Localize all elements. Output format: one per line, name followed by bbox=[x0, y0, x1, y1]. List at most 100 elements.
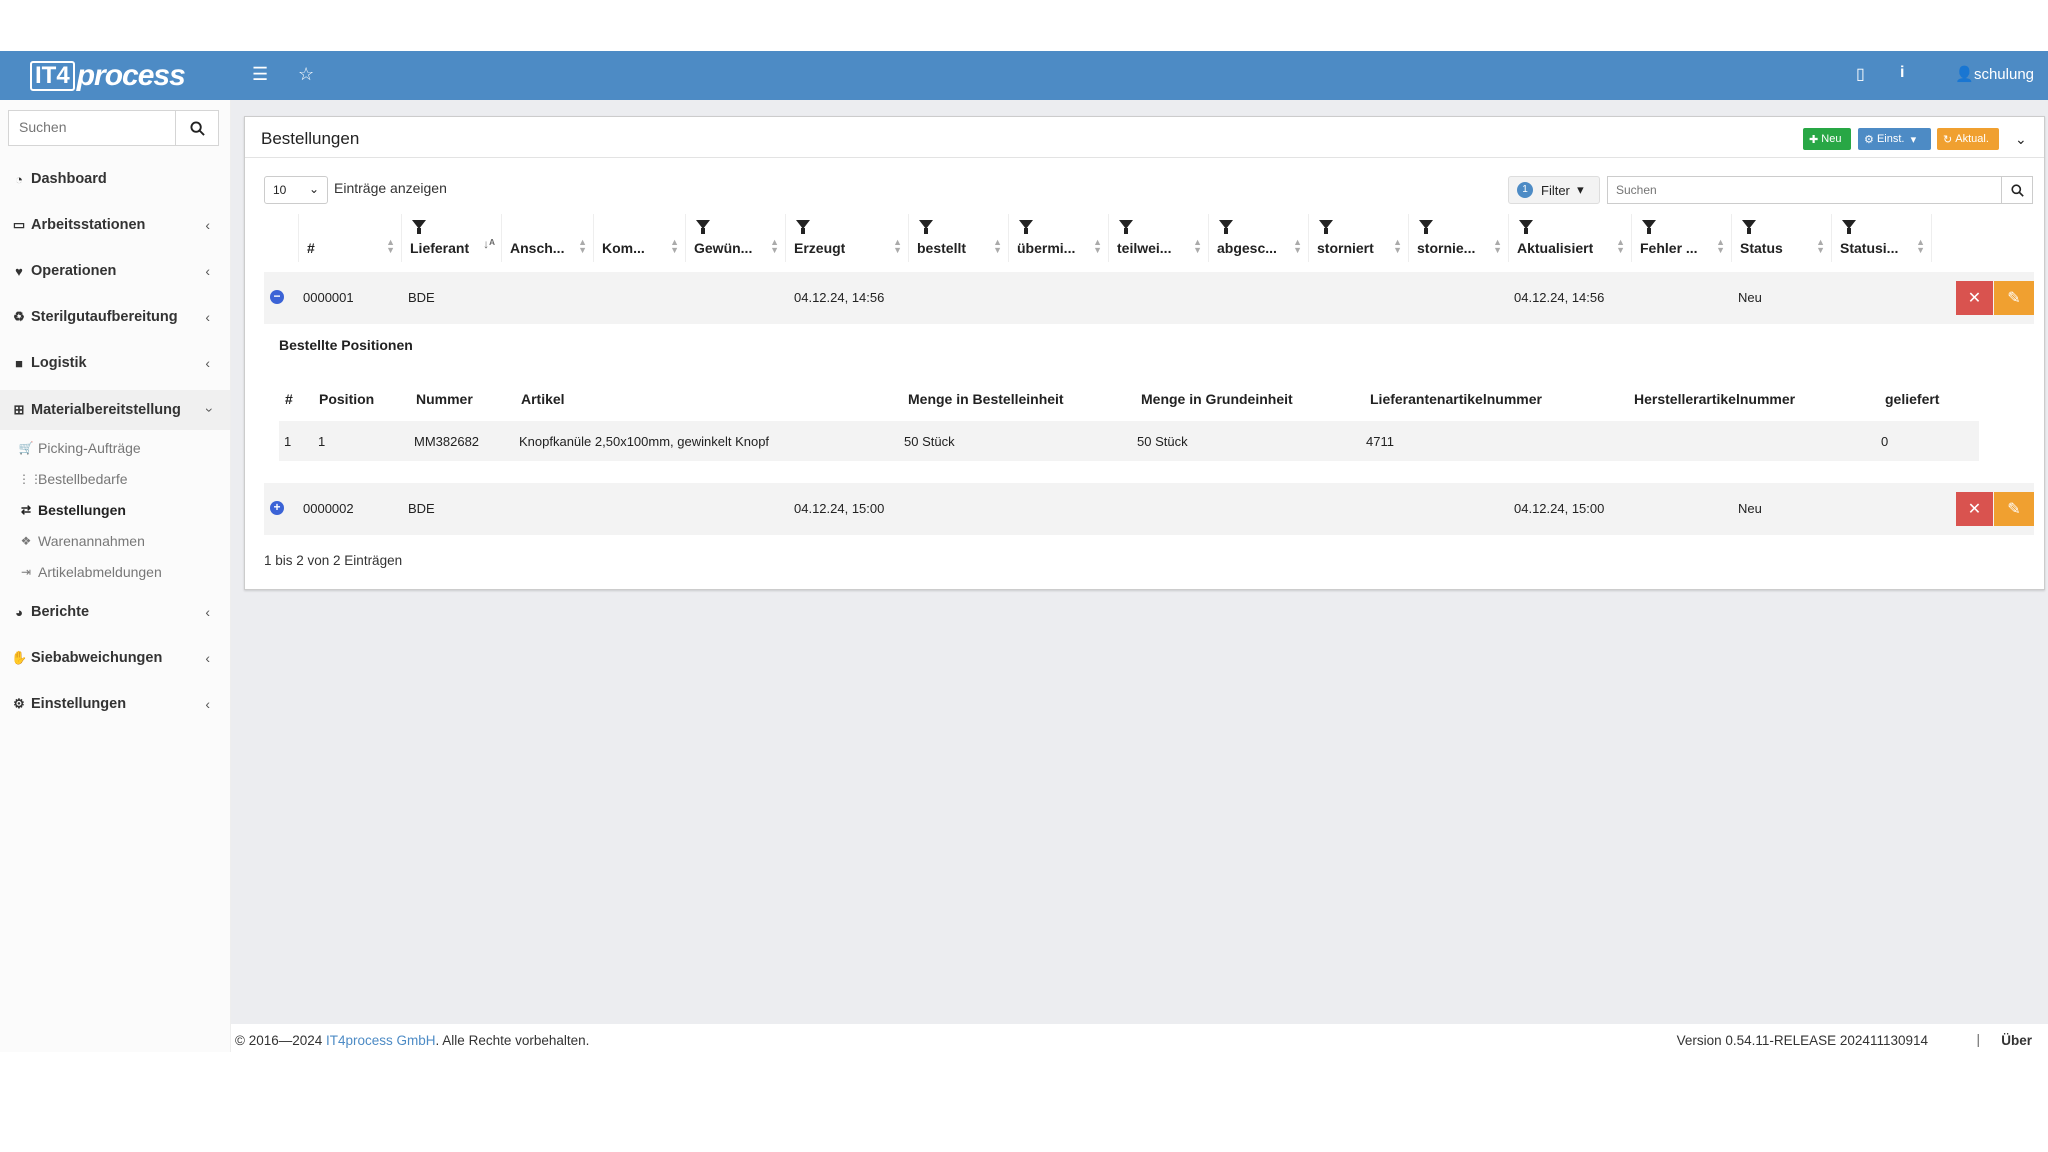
edit-button[interactable]: ✎ bbox=[1994, 492, 2034, 526]
sort-icon: ▲ ▼ bbox=[893, 237, 902, 255]
copyright: © 2016—2024 IT4process GmbH. Alle Rechte… bbox=[235, 1033, 590, 1048]
table-icon: ⊞ bbox=[13, 402, 25, 417]
column-header-desired[interactable]: Gewün... ▲ ▼ bbox=[686, 214, 786, 262]
filter-funnel-icon bbox=[1419, 220, 1433, 234]
truck-icon: ■ bbox=[15, 355, 23, 371]
table-search-input[interactable] bbox=[1608, 177, 2004, 203]
sidebar-search bbox=[8, 110, 219, 146]
detail-col-qty-base: Menge in Grundeinheit bbox=[1141, 391, 1293, 407]
sidebar-search-input[interactable] bbox=[9, 111, 189, 143]
settings-button[interactable]: ⚙ Einst. ▾ bbox=[1858, 128, 1931, 150]
column-header-status-info[interactable]: Statusi... ▲ ▼ bbox=[1832, 214, 1932, 262]
detail-col-maker-art: Herstellerartikelnummer bbox=[1634, 391, 1796, 407]
collapse-row-icon[interactable]: − bbox=[270, 290, 284, 304]
pencil-icon: ✎ bbox=[2007, 501, 2021, 518]
edit-button[interactable]: ✎ bbox=[1994, 281, 2034, 315]
sidebar-item-berichte[interactable]: ◕ Berichte ‹ bbox=[0, 592, 230, 632]
column-header-updated[interactable]: Aktualisiert ▲ ▼ bbox=[1509, 214, 1632, 262]
search-icon bbox=[189, 120, 205, 136]
version-text: Version 0.54.11-RELEASE 202411130914 bbox=[1676, 1033, 1928, 1048]
column-header-transmitted[interactable]: übermi... ▲ ▼ bbox=[1009, 214, 1109, 262]
sidebar-item-dashboard[interactable]: ◔ Dashboard bbox=[0, 159, 230, 199]
sidebar-item-sterilgutaufbereitung[interactable]: ♻ Sterilgutaufbereitung ‹ bbox=[0, 297, 230, 337]
column-header-number[interactable]: # ▲ ▼ bbox=[299, 214, 402, 262]
column-header-cancelled[interactable]: storniert ▲ ▼ bbox=[1309, 214, 1409, 262]
desktop-icon: ▭ bbox=[12, 217, 26, 232]
delete-button[interactable]: ✕ bbox=[1956, 492, 1993, 526]
sort-icon: ▲ ▼ bbox=[1716, 237, 1725, 255]
column-header-cancel-reason[interactable]: stornie... ▲ ▼ bbox=[1409, 214, 1509, 262]
chevron-down-icon: ⌄ bbox=[308, 182, 319, 196]
table-search-button[interactable] bbox=[2001, 177, 2032, 203]
filter-funnel-icon bbox=[1519, 220, 1533, 234]
logo-box: IT4 bbox=[30, 61, 75, 91]
filter-funnel-icon bbox=[1742, 220, 1756, 234]
sidebar-item-siebabweichungen[interactable]: ✋ Siebabweichungen ‹ bbox=[0, 638, 230, 678]
filter-button[interactable]: 1 Filter ▾ bbox=[1508, 176, 1600, 204]
caret-down-icon: ▾ bbox=[1910, 133, 1917, 146]
sidebar-subitem-bestellbedarfe[interactable]: ⋮⋮ Bestellbedarfe bbox=[18, 465, 128, 493]
column-header-completed[interactable]: abgesc... ▲ ▼ bbox=[1209, 214, 1309, 262]
cart-icon: 🛒 bbox=[18, 441, 34, 455]
column-header-partial[interactable]: teilwei... ▲ ▼ bbox=[1109, 214, 1209, 262]
expand-row-icon[interactable]: + bbox=[270, 501, 284, 515]
sidebar-subitem-warenannahmen[interactable]: ❖ Warenannahmen bbox=[18, 527, 145, 555]
table-row[interactable]: − 0000001 BDE 04.12.24, 14:56 04.12.24, … bbox=[264, 272, 2034, 324]
chevron-left-icon: ‹ bbox=[205, 650, 210, 666]
chevron-left-icon: ‹ bbox=[205, 217, 210, 233]
footer-separator: | bbox=[1976, 1032, 1980, 1047]
about-link[interactable]: Über bbox=[2001, 1033, 2032, 1048]
brand-logo[interactable]: IT4 process bbox=[30, 59, 186, 93]
column-header-created[interactable]: Erzeugt ▲ ▼ bbox=[786, 214, 909, 262]
star-favorites-icon[interactable]: ☆ bbox=[298, 64, 314, 85]
refresh-icon: ↻ bbox=[1943, 133, 1953, 146]
company-link[interactable]: IT4process GmbH bbox=[326, 1033, 436, 1048]
chevron-left-icon: ‹ bbox=[205, 696, 210, 712]
column-header-address[interactable]: Ansch... ▲ ▼ bbox=[502, 214, 594, 262]
sidebar-search-button[interactable] bbox=[175, 111, 218, 145]
user-menu[interactable]: 👤schulung bbox=[1955, 65, 2034, 83]
column-header-commission[interactable]: Kom... ▲ ▼ bbox=[594, 214, 686, 262]
new-button[interactable]: ✚ Neu bbox=[1803, 128, 1851, 150]
sidebar-item-arbeitsstationen[interactable]: ▭ Arbeitsstationen ‹ bbox=[0, 205, 230, 245]
page-length-label: Einträge anzeigen bbox=[334, 180, 447, 196]
hamburger-menu-icon[interactable]: ☰ bbox=[252, 64, 268, 85]
page-length-select[interactable]: 10 ⌄ bbox=[264, 176, 328, 204]
sidebar-subitem-artikelabmeldungen[interactable]: ⇥ Artikelabmeldungen bbox=[18, 558, 162, 586]
sidebar-item-logistik[interactable]: ■ Logistik ‹ bbox=[0, 343, 230, 383]
caret-down-icon: ▾ bbox=[1577, 182, 1584, 197]
sidebar: ◔Dashboard ▭Arbeitsstationen ‹ ♥Operatio… bbox=[0, 100, 231, 1052]
sidebar-item-operationen[interactable]: ♥ Operationen ‹ bbox=[0, 251, 230, 291]
sidebar-item-materialbereitstellung[interactable]: ⊞ Materialbereitstellung ‹ bbox=[0, 390, 230, 430]
filter-funnel-icon bbox=[796, 220, 810, 234]
orders-card: Bestellungen ✚ Neu ⚙ Einst. ▾ ↻ Aktual. … bbox=[244, 116, 2045, 590]
cogs-icon: ⚙ bbox=[13, 696, 25, 711]
mobile-device-icon[interactable]: ▯ bbox=[1856, 64, 1865, 84]
sort-asc-icon: ↓ᴬ bbox=[483, 237, 495, 251]
column-header-supplier[interactable]: Lieferant ↓ᴬ bbox=[402, 214, 502, 262]
detail-col-qty-order: Menge in Bestelleinheit bbox=[908, 391, 1064, 407]
sort-icon: ▲ ▼ bbox=[1393, 237, 1402, 255]
sidebar-item-einstellungen[interactable]: ⚙ Einstellungen ‹ bbox=[0, 684, 230, 724]
sidebar-subitem-bestellungen[interactable]: ⇄ Bestellungen bbox=[18, 496, 126, 524]
sort-icon: ▲ ▼ bbox=[1616, 237, 1625, 255]
sort-icon: ▲ ▼ bbox=[1093, 237, 1102, 255]
sidebar-subitem-picking[interactable]: 🛒 Picking-Aufträge bbox=[18, 434, 141, 462]
chevron-down-icon: ⌄ bbox=[2015, 130, 2027, 147]
filter-count-badge: 1 bbox=[1517, 182, 1533, 198]
table-row[interactable]: + 0000002 BDE 04.12.24, 15:00 04.12.24, … bbox=[264, 483, 2034, 535]
pencil-icon: ✎ bbox=[2007, 290, 2021, 307]
column-header-status[interactable]: Status ▲ ▼ bbox=[1732, 214, 1832, 262]
exchange-icon: ⇄ bbox=[20, 503, 32, 517]
column-header-errors[interactable]: Fehler ... ▲ ▼ bbox=[1632, 214, 1732, 262]
detail-col-position: Position bbox=[319, 391, 375, 407]
search-icon bbox=[2010, 183, 2024, 197]
delete-button[interactable]: ✕ bbox=[1956, 281, 1993, 315]
info-icon[interactable]: i bbox=[1900, 64, 1904, 82]
column-header-ordered[interactable]: bestellt ▲ ▼ bbox=[909, 214, 1009, 262]
collapse-card-button[interactable]: ⌄ bbox=[2009, 128, 2033, 150]
detail-col-delivered: geliefert bbox=[1885, 391, 1940, 407]
sort-icon: ▲ ▼ bbox=[670, 237, 679, 255]
filter-funnel-icon bbox=[1019, 220, 1033, 234]
refresh-button[interactable]: ↻ Aktual. bbox=[1937, 128, 1999, 150]
